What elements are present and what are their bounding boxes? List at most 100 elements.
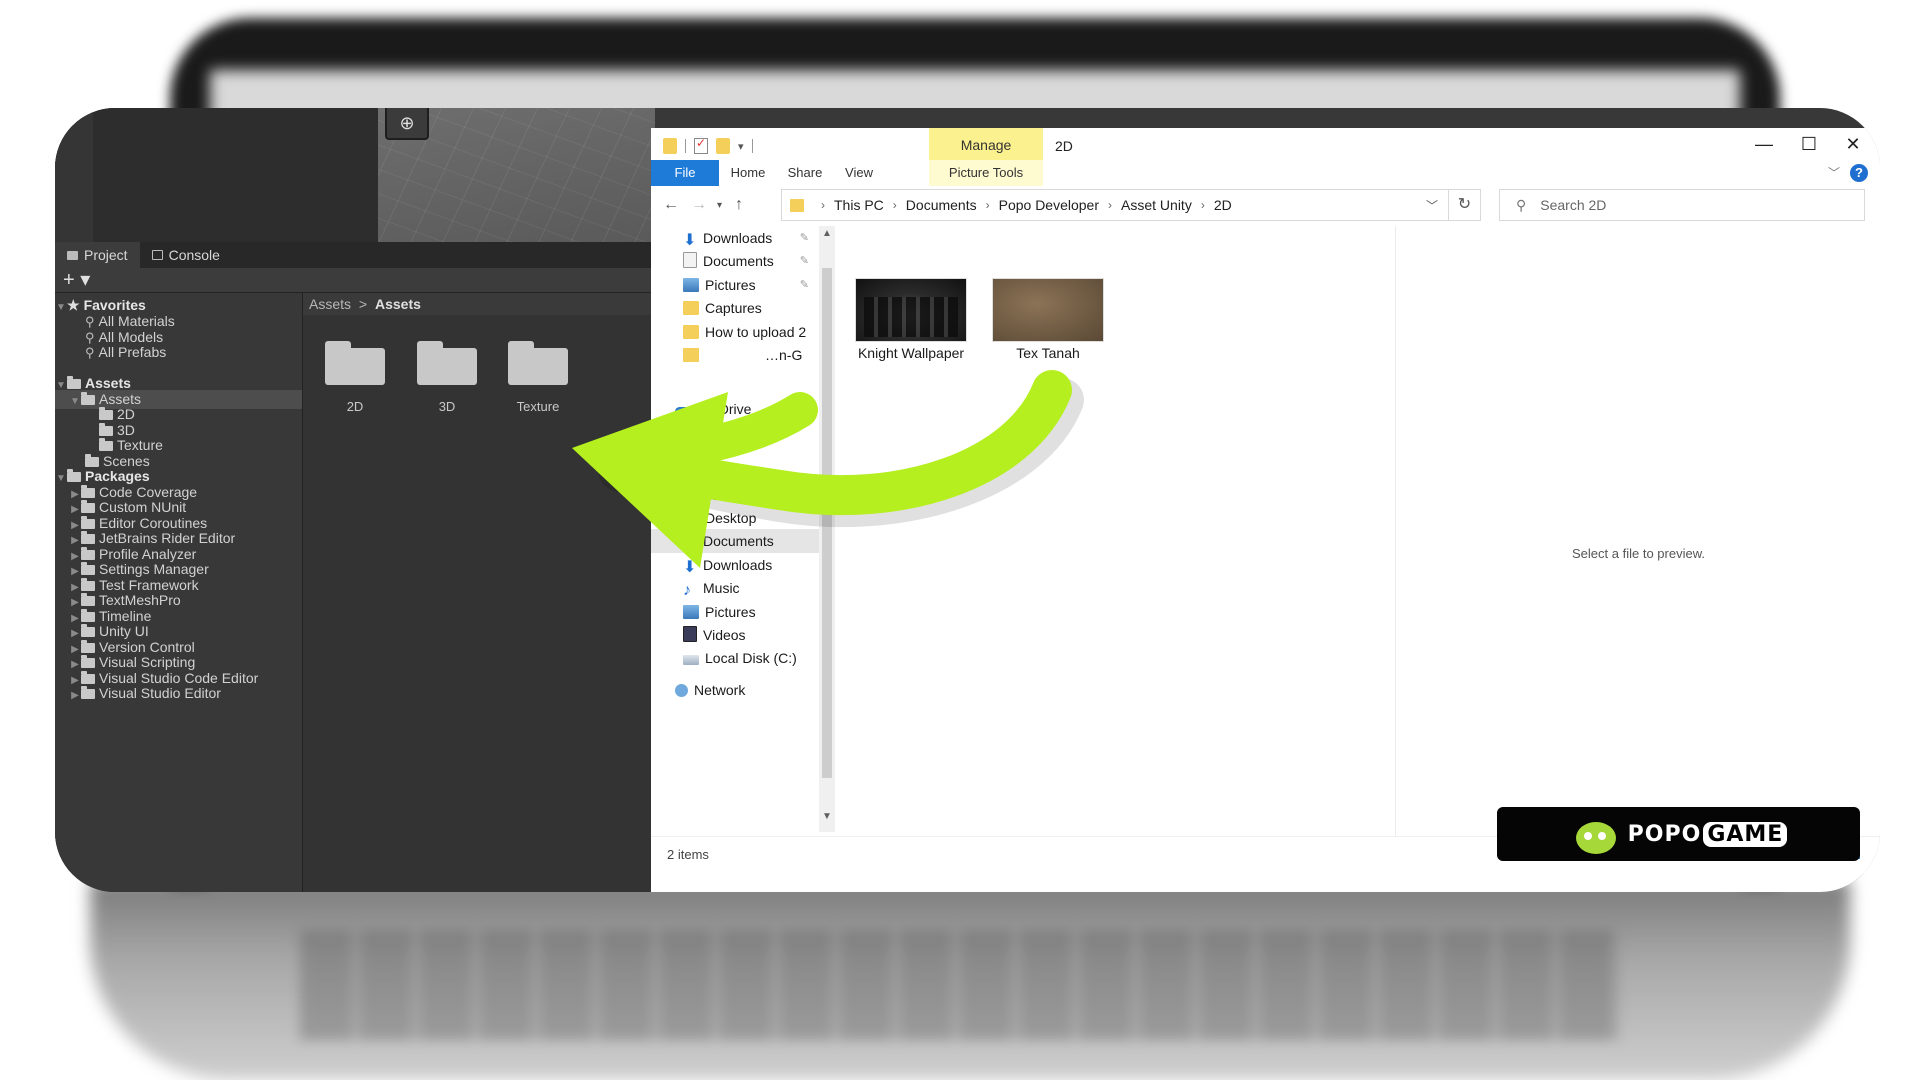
path-segment[interactable]: Asset Unity (1121, 197, 1192, 213)
search-icon: ⚲ (1516, 196, 1527, 213)
nav-item-onedrive[interactable]: …eDrive (651, 397, 819, 421)
tree-package-item[interactable]: ▶ Visual Studio Editor (55, 684, 302, 703)
picture-icon (683, 605, 699, 619)
nav-item-videos[interactable]: Videos (651, 623, 819, 647)
nav-item-local-disk[interactable]: Local Disk (C:) (651, 646, 819, 670)
tree-favorites-label: Favorites (83, 297, 146, 313)
folder-icon (417, 341, 477, 385)
folder-icon (81, 671, 95, 684)
nav-item-downloads-pc[interactable]: ⬇ Downloads (651, 553, 819, 577)
forward-arrow-icon[interactable]: → (691, 196, 707, 214)
nav-item-3d-objects[interactable]: 3D Objects (651, 483, 819, 507)
nav-item-label: Videos (703, 627, 746, 643)
chevron-right-icon[interactable]: › (893, 198, 897, 212)
tab-file[interactable]: File (651, 160, 719, 186)
recent-locations-icon[interactable]: ▾ (717, 200, 722, 211)
address-bar[interactable]: › This PC › Documents › Popo Developer ›… (781, 189, 1449, 221)
brand-text-a: POPO (1627, 821, 1702, 847)
tab-project[interactable]: Project (55, 242, 140, 268)
up-arrow-icon[interactable]: ↑ (735, 196, 743, 214)
nav-item-downloads[interactable]: ⬇ Downloads ✎ (651, 226, 819, 250)
pin-icon[interactable]: ✎ (800, 249, 809, 273)
nav-item-label: Downloads (703, 230, 773, 246)
tab-picture-tools[interactable]: Picture Tools (929, 160, 1043, 186)
network-icon (675, 684, 688, 697)
folder-icon (99, 423, 113, 436)
folder-icon (81, 516, 95, 529)
tab-project-label: Project (84, 247, 128, 263)
preview-message: Select a file to preview. (1572, 546, 1705, 561)
chevron-right-icon[interactable]: › (821, 198, 825, 212)
scroll-down-icon[interactable]: ▼ (819, 811, 835, 822)
tree-packages-label: Packages (85, 468, 150, 484)
folder-icon (81, 562, 95, 575)
nav-item-captures[interactable]: Captures (651, 296, 819, 320)
nav-item-desktop[interactable]: Desktop (651, 506, 819, 530)
document-icon (683, 252, 697, 268)
quick-access-toolbar: ▾ (663, 136, 753, 154)
maximize-icon[interactable]: ☐ (1799, 134, 1819, 155)
scrollbar-thumb[interactable] (822, 268, 832, 778)
tab-console[interactable]: Console (140, 242, 232, 268)
expand-ribbon-icon[interactable]: ﹀ (1828, 164, 1840, 181)
document-icon (683, 532, 697, 548)
nav-item-this-pc[interactable]: This PC (651, 459, 819, 483)
help-icon[interactable]: ? (1850, 164, 1868, 182)
path-segment[interactable]: This PC (834, 197, 884, 213)
tree-item-label: Visual Studio Editor (99, 685, 221, 701)
customize-toolbar-icon[interactable]: ▾ (738, 140, 744, 153)
chevron-right-icon[interactable]: › (986, 198, 990, 212)
close-icon[interactable]: ✕ (1843, 134, 1863, 155)
nav-item-pictures[interactable]: Pictures ✎ (651, 273, 819, 297)
path-segment[interactable]: Popo Developer (999, 197, 1099, 213)
folder-icon (99, 438, 113, 451)
folder-icon (99, 407, 113, 420)
asset-folder-2d[interactable]: 2D (323, 341, 387, 414)
chevron-right-icon[interactable]: › (1108, 198, 1112, 212)
folder-icon (683, 325, 699, 339)
nav-item-network[interactable]: Network (651, 678, 819, 702)
collapse-arrow-icon[interactable]: ▶ (69, 686, 81, 705)
breadcrumb-root[interactable]: Assets (309, 296, 351, 312)
chevron-down-icon[interactable]: ﹀ (1426, 197, 1438, 214)
scene-gizmo-icon[interactable]: ⊕ (385, 108, 429, 140)
pin-icon[interactable]: ✎ (800, 226, 809, 250)
nav-item-folder[interactable]: …n-G (651, 343, 819, 367)
tab-home[interactable]: Home (719, 160, 777, 186)
file-item-tex-tanah[interactable]: Tex Tanah (992, 278, 1104, 361)
chevron-right-icon[interactable]: › (1201, 198, 1205, 212)
refresh-icon[interactable]: ↻ (1449, 189, 1481, 221)
folder-icon (67, 469, 81, 482)
create-asset-button[interactable]: + ▾ (63, 268, 90, 292)
scroll-up-icon[interactable]: ▲ (819, 228, 835, 239)
nav-item-how-to-upload[interactable]: How to upload 2 (651, 320, 819, 344)
back-arrow-icon[interactable]: ← (663, 196, 679, 214)
unity-editor: ⊕ Project Console + ▾ ▼★ Favorites ⚲ All M… (55, 108, 655, 892)
nav-item-music[interactable]: ♪ Music (651, 576, 819, 600)
nav-item-documents[interactable]: Documents ✎ (651, 249, 819, 273)
asset-folder-3d[interactable]: 3D (415, 341, 479, 414)
file-item-knight-wallpaper[interactable]: Knight Wallpaper (855, 278, 967, 361)
search-input[interactable]: ⚲ Search 2D (1499, 189, 1865, 221)
tab-manage[interactable]: Manage (929, 128, 1043, 160)
minimize-icon[interactable]: — (1754, 134, 1774, 155)
breadcrumb-separator: > (358, 296, 368, 312)
nav-item-label: Local Disk (C:) (705, 650, 797, 666)
nav-item-documents-pc[interactable]: Documents (651, 529, 819, 553)
folder-icon (81, 686, 95, 699)
path-segment[interactable]: Documents (906, 197, 977, 213)
disk-icon (683, 655, 699, 665)
new-folder-icon[interactable] (716, 138, 730, 154)
search-placeholder: Search 2D (1540, 197, 1607, 213)
tree-item-all-prefabs[interactable]: ⚲ All Prefabs (55, 343, 302, 362)
asset-folder-texture[interactable]: Texture (506, 341, 570, 414)
tab-share[interactable]: Share (777, 160, 833, 186)
asset-folder-label: Texture (516, 399, 560, 414)
pin-icon[interactable]: ✎ (800, 273, 809, 297)
nav-scrollbar[interactable]: ▲ ▼ (819, 226, 835, 832)
properties-icon[interactable] (694, 136, 708, 154)
path-segment[interactable]: 2D (1214, 197, 1232, 213)
tab-view[interactable]: View (833, 160, 885, 186)
folder-icon[interactable] (663, 138, 677, 154)
nav-item-pictures-pc[interactable]: Pictures (651, 600, 819, 624)
